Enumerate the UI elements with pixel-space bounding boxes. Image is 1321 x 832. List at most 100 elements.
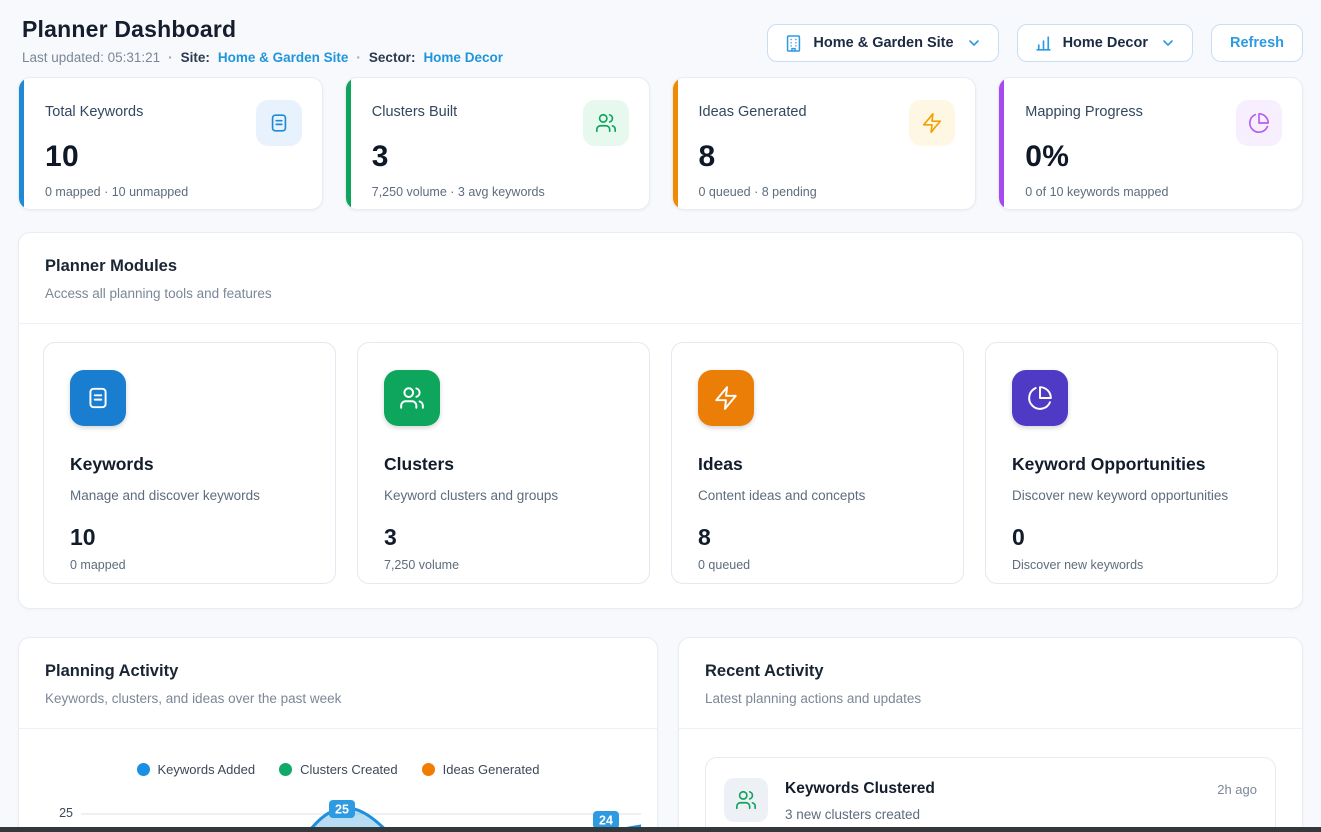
module-subtext: 0 queued [698,558,937,572]
module-title: Ideas [698,454,937,475]
file-text-icon [256,100,302,146]
file-text-icon [70,370,126,426]
modules-panel-title: Planner Modules [45,257,1276,276]
pie-chart-icon [1236,100,1282,146]
data-point-badge: 25 [329,800,355,818]
sector-selector-label: Home Decor [1063,35,1148,51]
bottom-row: Planning Activity Keywords, clusters, an… [18,637,1303,832]
stat-card-clusters-built: Clusters Built 3 7,250 volume · 3 avg ke… [345,77,650,210]
area-chart: 25 25 24 [19,777,657,832]
stat-subtext: 0 mapped · 10 unmapped [45,185,302,199]
module-title: Keyword Opportunities [1012,454,1251,475]
stat-card-mapping-progress: Mapping Progress 0% 0 of 10 keywords map… [998,77,1303,210]
stat-subtext: 7,250 volume · 3 avg keywords [372,185,629,199]
pie-chart-icon [1012,370,1068,426]
divider [679,728,1302,729]
stat-label: Ideas Generated [699,100,807,120]
legend-dot-icon [422,763,435,776]
legend-dot-icon [137,763,150,776]
activity-list-item: Keywords Clustered 3 new clusters create… [705,757,1276,832]
bar-chart-icon [1034,34,1053,53]
recent-panel-subtitle: Latest planning actions and updates [705,691,1276,706]
stat-cards-row: Total Keywords 10 0 mapped · 10 unmapped… [0,65,1321,210]
stat-label: Mapping Progress [1025,100,1143,120]
header-meta: Last updated: 05:31:21 · Site: Home & Ga… [22,50,503,65]
planning-activity-panel: Planning Activity Keywords, clusters, an… [18,637,658,832]
last-updated-text: Last updated: 05:31:21 [22,50,160,65]
page-title: Planner Dashboard [22,16,503,43]
legend-label: Clusters Created [300,762,398,777]
stat-subtext: 0 queued · 8 pending [699,185,956,199]
chart-legend: Keywords Added Clusters Created Ideas Ge… [19,729,657,777]
stat-card-ideas-generated: Ideas Generated 8 0 queued · 8 pending [672,77,977,210]
users-icon [724,778,768,822]
stat-subtext: 0 of 10 keywords mapped [1025,185,1282,199]
activity-panel-subtitle: Keywords, clusters, and ideas over the p… [45,691,631,706]
module-title: Keywords [70,454,309,475]
lightning-icon [909,100,955,146]
dot-separator: · [356,50,361,65]
building-icon [784,34,803,53]
legend-label: Keywords Added [158,762,256,777]
sector-selector-dropdown[interactable]: Home Decor [1017,24,1193,62]
refresh-button[interactable]: Refresh [1211,24,1303,62]
recent-panel-title: Recent Activity [705,662,1276,681]
accent-stripe [346,78,351,209]
users-icon [583,100,629,146]
module-value: 10 [70,524,309,551]
stat-label: Total Keywords [45,100,143,120]
stat-card-total-keywords: Total Keywords 10 0 mapped · 10 unmapped [18,77,323,210]
site-label: Site: [181,50,210,65]
y-axis-tick-label: 25 [39,806,73,820]
activity-item-description: 3 new clusters created [785,807,1200,822]
legend-dot-icon [279,763,292,776]
sector-label: Sector: [369,50,416,65]
module-card-ideas[interactable]: Ideas Content ideas and concepts 8 0 que… [671,342,964,584]
module-value: 0 [1012,524,1251,551]
header-controls: Home & Garden Site Home Decor Refresh [767,24,1303,62]
dot-separator: · [168,50,173,65]
accent-stripe [19,78,24,209]
accent-stripe [999,78,1004,209]
legend-item-ideas-generated[interactable]: Ideas Generated [422,762,540,777]
module-description: Manage and discover keywords [70,488,309,503]
module-subtext: 7,250 volume [384,558,623,572]
module-value: 3 [384,524,623,551]
activity-panel-title: Planning Activity [45,662,631,681]
chevron-down-icon [1160,35,1176,51]
site-selector-dropdown[interactable]: Home & Garden Site [767,24,998,62]
stat-label: Clusters Built [372,100,457,120]
module-description: Discover new keyword opportunities [1012,488,1251,503]
modules-grid: Keywords Manage and discover keywords 10… [19,324,1302,608]
lightning-icon [698,370,754,426]
module-description: Keyword clusters and groups [384,488,623,503]
module-subtext: 0 mapped [70,558,309,572]
topbar: Planner Dashboard Last updated: 05:31:21… [0,0,1321,65]
svg-text:24: 24 [599,814,613,828]
module-card-keyword-opportunities[interactable]: Keyword Opportunities Discover new keywo… [985,342,1278,584]
site-selector-label: Home & Garden Site [813,35,953,51]
keywords-added-area-series: 25 24 [81,789,641,832]
planner-dashboard-page: Planner Dashboard Last updated: 05:31:21… [0,0,1321,832]
module-description: Content ideas and concepts [698,488,937,503]
activity-item-title: Keywords Clustered [785,778,1200,798]
users-icon [384,370,440,426]
bottom-edge-strip [0,827,1321,832]
sector-link[interactable]: Home Decor [423,50,503,65]
recent-activity-panel: Recent Activity Latest planning actions … [678,637,1303,832]
activity-item-timestamp: 2h ago [1217,778,1257,797]
planner-modules-panel: Planner Modules Access all planning tool… [18,232,1303,609]
module-title: Clusters [384,454,623,475]
accent-stripe [673,78,678,209]
chevron-down-icon [966,35,982,51]
legend-item-keywords-added[interactable]: Keywords Added [137,762,256,777]
header-left: Planner Dashboard Last updated: 05:31:21… [22,16,503,65]
module-card-clusters[interactable]: Clusters Keyword clusters and groups 3 7… [357,342,650,584]
legend-item-clusters-created[interactable]: Clusters Created [279,762,398,777]
module-subtext: Discover new keywords [1012,558,1251,572]
modules-panel-subtitle: Access all planning tools and features [45,286,1276,301]
legend-label: Ideas Generated [443,762,540,777]
module-card-keywords[interactable]: Keywords Manage and discover keywords 10… [43,342,336,584]
module-value: 8 [698,524,937,551]
site-link[interactable]: Home & Garden Site [218,50,349,65]
